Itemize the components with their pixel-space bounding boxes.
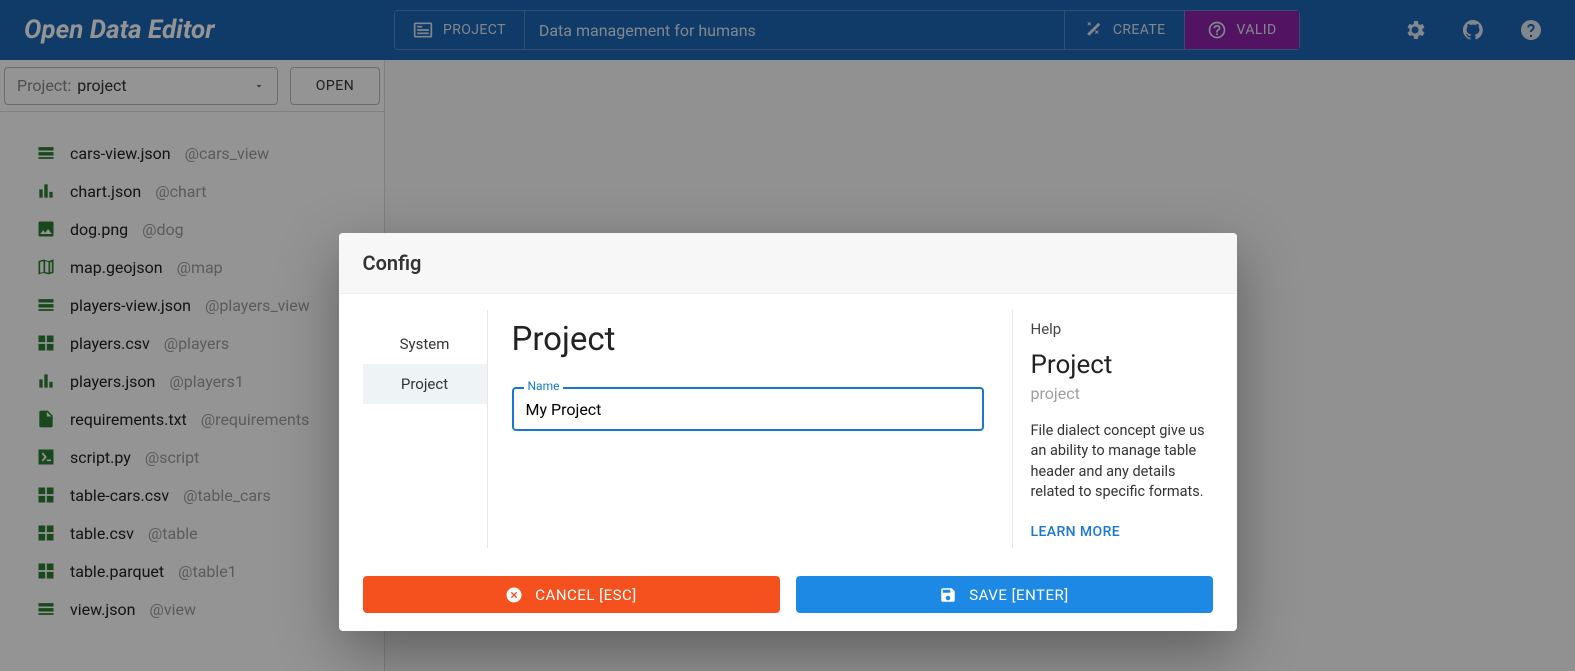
learn-more-link[interactable]: LEARN MORE <box>1031 524 1213 540</box>
name-field[interactable]: Name <box>512 387 984 431</box>
config-nav: System Project <box>363 310 488 548</box>
help-title: Project <box>1031 350 1213 380</box>
config-dialog: Config System Project Project Name Help … <box>339 233 1237 631</box>
dialog-actions: CANCEL [ESC] SAVE [ENTER] <box>339 564 1237 631</box>
config-heading: Project <box>512 320 984 359</box>
modal-overlay[interactable]: Config System Project Project Name Help … <box>0 0 1575 671</box>
nav-system[interactable]: System <box>363 324 487 364</box>
config-main: Project Name <box>488 310 1013 548</box>
cancel-icon <box>505 586 523 604</box>
nav-project[interactable]: Project <box>363 364 487 404</box>
save-button[interactable]: SAVE [ENTER] <box>796 576 1213 613</box>
cancel-button[interactable]: CANCEL [ESC] <box>363 576 780 613</box>
name-field-label: Name <box>524 379 564 393</box>
name-input[interactable] <box>526 400 970 419</box>
dialog-title: Config <box>339 233 1237 294</box>
help-label: Help <box>1031 320 1213 338</box>
help-panel: Help Project project File dialect concep… <box>1013 310 1213 548</box>
help-text: File dialect concept give us an ability … <box>1031 421 1213 502</box>
save-icon <box>939 586 957 604</box>
help-subtitle: project <box>1031 384 1213 403</box>
